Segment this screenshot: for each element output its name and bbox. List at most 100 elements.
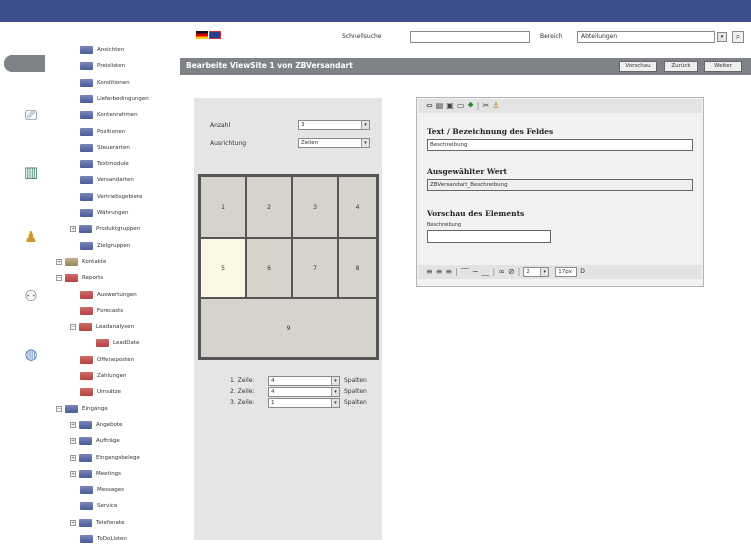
unlink-icon[interactable]: ⊘ xyxy=(508,265,515,279)
tree-item-label: Umsätze xyxy=(97,389,122,396)
quicksearch-input[interactable] xyxy=(410,31,530,43)
grid-cell[interactable]: 7 xyxy=(292,238,338,298)
database-icon[interactable]: ▥ xyxy=(22,163,40,181)
cut-icon[interactable]: ✂ xyxy=(483,99,490,113)
valign-middle-icon[interactable]: − xyxy=(472,265,479,279)
pixel-input[interactable]: 17px xyxy=(555,267,578,277)
link-icon[interactable]: ∞ xyxy=(498,265,505,279)
grid-cell[interactable]: 2 xyxy=(246,176,292,238)
search-icon[interactable]: ⌕ xyxy=(732,31,744,43)
folder-icon xyxy=(79,518,92,527)
anchor-icon[interactable]: ⚓ xyxy=(492,99,499,113)
folder-icon xyxy=(80,46,93,54)
collapse-icon[interactable]: − xyxy=(70,324,76,331)
tree-item-label: Steuerarten xyxy=(97,144,130,151)
area-select[interactable]: Abteilungen xyxy=(577,31,715,43)
uk-flag-icon[interactable] xyxy=(209,31,221,39)
align-left-icon[interactable]: ≡ xyxy=(426,265,433,279)
folder-icon xyxy=(80,143,93,152)
expand-icon[interactable]: + xyxy=(56,258,62,265)
tree-item[interactable]: Positionen xyxy=(80,126,125,138)
window-icon[interactable]: ▭ xyxy=(457,99,465,113)
tree-item[interactable]: Offeneposten xyxy=(80,354,134,366)
expand-icon[interactable]: + xyxy=(70,438,76,445)
align-select[interactable]: Zeilen ▾ xyxy=(298,138,370,148)
grid-cell[interactable]: 3 xyxy=(292,176,338,238)
valign-top-icon[interactable]: ⎺ xyxy=(461,265,469,279)
row-columns-select[interactable]: 1 ▾ xyxy=(268,398,340,408)
size-select[interactable]: 2 ▾ xyxy=(523,267,550,277)
grid-cell[interactable]: 4 xyxy=(338,176,377,238)
tree-item[interactable]: Versandarten xyxy=(80,174,134,186)
tree-item[interactable]: Zahlungen xyxy=(80,370,127,382)
tree-item[interactable]: ToDoListen xyxy=(80,533,127,545)
tree-item-label: Meetings xyxy=(96,470,122,477)
rail-active-tab[interactable] xyxy=(4,55,45,72)
tree-icon[interactable]: ⯁ xyxy=(467,99,473,113)
tree-item[interactable]: Preislisten xyxy=(80,60,125,72)
tree-item[interactable]: Service xyxy=(80,500,117,512)
valign-bottom-icon[interactable]: ⎽ xyxy=(482,265,490,279)
tree-item[interactable]: − Reports xyxy=(56,272,103,284)
tree-item[interactable]: − Leadanalysen xyxy=(70,321,134,333)
align-right-icon[interactable]: ≡ xyxy=(445,265,452,279)
arrows-icon[interactable]: ⇔ xyxy=(426,99,433,113)
expand-icon[interactable]: + xyxy=(70,454,76,461)
tree-item[interactable]: Lieferbedingungen xyxy=(80,93,149,105)
tree-item[interactable]: Forecasts xyxy=(80,305,123,317)
tree-item[interactable]: Textmodule xyxy=(80,158,129,170)
image-icon[interactable]: ▣ xyxy=(446,99,454,113)
tree-item[interactable]: + Produktgruppen xyxy=(70,223,140,235)
users-icon[interactable]: ♟ xyxy=(22,228,40,246)
tree-item[interactable]: + Telefonate xyxy=(70,517,124,529)
table-icon[interactable]: ▤ xyxy=(436,99,444,113)
tree-item[interactable]: Kontenrahmen xyxy=(80,109,138,121)
search-people-icon[interactable]: ⚇ xyxy=(22,287,40,305)
row-unit-label: Spalten xyxy=(344,377,367,384)
back-button[interactable]: Zurück xyxy=(664,61,698,72)
next-button[interactable]: Weiter xyxy=(704,61,742,72)
folder-icon xyxy=(79,453,92,462)
globe-icon[interactable]: ◍ xyxy=(22,345,40,363)
preview-input[interactable] xyxy=(427,230,551,243)
row-columns-select[interactable]: 4 ▾ xyxy=(268,376,340,386)
expand-icon[interactable]: + xyxy=(70,470,76,477)
tree-item[interactable]: Zielgruppen xyxy=(80,240,130,252)
network-icon[interactable]: ⎚ xyxy=(22,106,40,124)
row-columns-select[interactable]: 4 ▾ xyxy=(268,387,340,397)
area-dropdown-icon[interactable]: ▾ xyxy=(717,32,727,42)
tree-item[interactable]: + Meetings xyxy=(70,468,121,480)
german-flag-icon[interactable] xyxy=(196,31,208,39)
grid-cell[interactable]: 8 xyxy=(338,238,377,298)
tree-item[interactable]: − Eingänge xyxy=(56,403,108,415)
folder-icon xyxy=(80,94,93,103)
tree-item[interactable]: LeadDate xyxy=(96,337,139,349)
expand-icon[interactable]: + xyxy=(70,519,76,526)
collapse-icon[interactable]: − xyxy=(56,405,62,412)
tree-item[interactable]: + Aufträge xyxy=(70,435,120,447)
tree-item[interactable]: Ansichten xyxy=(80,44,124,56)
tree-item[interactable]: Umsätze xyxy=(80,386,121,398)
tree-item[interactable]: Steuerarten xyxy=(80,142,130,154)
preview-button[interactable]: Vorschau xyxy=(619,61,657,72)
collapse-icon[interactable]: − xyxy=(56,275,62,282)
tree-item[interactable]: Vertriebsgebiete xyxy=(80,191,143,203)
expand-icon[interactable]: + xyxy=(70,421,76,428)
grid-cell[interactable]: 9 xyxy=(200,298,377,358)
tree-item[interactable]: + Angebote xyxy=(70,419,123,431)
align-center-icon[interactable]: ≡ xyxy=(436,265,443,279)
tree-item[interactable]: Messages xyxy=(80,484,124,496)
tree-item[interactable]: Währungen xyxy=(80,207,129,219)
tree-item[interactable]: Auswertungen xyxy=(80,289,137,301)
separator-icon: | xyxy=(476,101,480,110)
expand-icon[interactable]: + xyxy=(70,226,76,233)
tree-item[interactable]: Konditionen xyxy=(80,77,130,89)
grid-cell-selected[interactable]: 5 xyxy=(200,238,246,298)
text-input[interactable]: Beschreibung xyxy=(427,139,693,151)
count-select[interactable]: 3 ▾ xyxy=(298,120,370,130)
tree-item-label: Versandarten xyxy=(97,177,134,184)
grid-cell[interactable]: 1 xyxy=(200,176,246,238)
tree-item[interactable]: + Eingangsbelege xyxy=(70,452,140,464)
tree-item[interactable]: + Kontakte xyxy=(56,256,106,268)
grid-cell[interactable]: 6 xyxy=(246,238,292,298)
